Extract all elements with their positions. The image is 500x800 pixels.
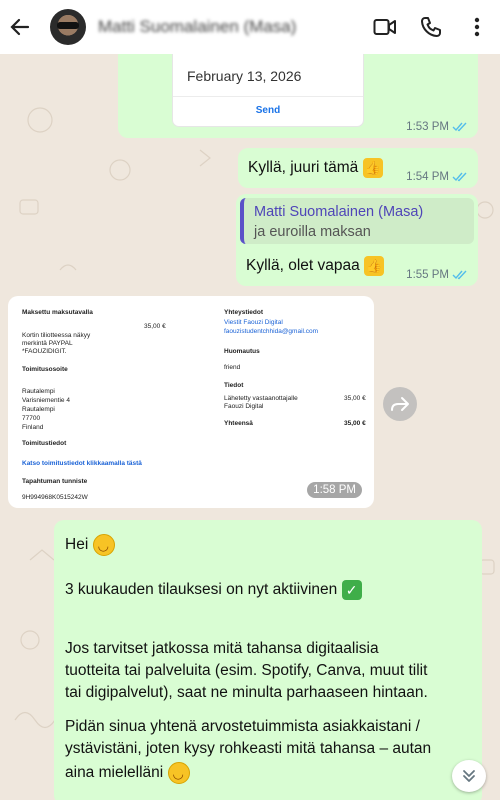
- card-divider: [173, 96, 363, 97]
- message-outgoing-long[interactable]: Hei 3 kuukauden tilauksesi on nyt aktiiv…: [54, 520, 482, 800]
- message-text: Kyllä, olet vapaa: [246, 257, 360, 275]
- more-vert-icon[interactable]: [454, 0, 500, 54]
- message-line: 3 kuukauden tilauksesi on nyt aktiivinen: [65, 581, 338, 599]
- message-card[interactable]: February 13, 2026 Send 1:53 PM: [118, 40, 478, 138]
- receipt-statement-mark2: *FAOUZIDIGIT.: [22, 348, 67, 355]
- receipt-paid-heading: Maksettu maksutavalla: [22, 309, 93, 316]
- message-line: Pidän sinua yhtenä arvostetuimmista asia…: [65, 718, 420, 735]
- receipt-statement-mark: merkintä PAYPAL: [22, 340, 73, 347]
- card-date: February 13, 2026: [187, 68, 302, 84]
- message-outgoing[interactable]: Kyllä, juuri tämä 👍 1:54 PM: [238, 148, 478, 188]
- quoted-message[interactable]: Matti Suomalainen (Masa) ja euroilla mak…: [240, 198, 474, 244]
- receipt-address-line: Rautalempi: [22, 388, 55, 395]
- receipt-shipping-heading: Toimitustiedot: [22, 440, 67, 447]
- receipt-contact-email: faouzistudentchhida@gmail.com: [224, 328, 319, 335]
- receipt-tx-id: 9H994968K0515242W: [22, 494, 88, 501]
- message-image[interactable]: Maksettu maksutavalla 35,00 € Kortin til…: [8, 296, 374, 508]
- message-line: ystävistäni, joten kysy rohkeasti mitä t…: [65, 740, 432, 757]
- scroll-to-bottom-button[interactable]: [452, 760, 486, 792]
- read-ticks-icon: [452, 270, 467, 280]
- receipt-details-amount: 35,00 €: [344, 395, 366, 402]
- receipt-address-line: Varisniementie 4: [22, 397, 70, 404]
- receipt-details-item: Lähetetty vastaanottajalle: [224, 395, 298, 402]
- message-reply[interactable]: Matti Suomalainen (Masa) ja euroilla mak…: [236, 194, 478, 286]
- receipt-total-label: Yhteensä: [224, 420, 253, 427]
- forward-icon: [391, 397, 409, 411]
- calendar-card: February 13, 2026 Send: [173, 48, 363, 126]
- read-ticks-icon: [452, 122, 467, 132]
- receipt-note-heading: Huomautus: [224, 348, 260, 355]
- receipt-contact-name: Viestit Faouzi Digital: [224, 319, 283, 326]
- thumbs-up-icon: 👍: [364, 256, 385, 276]
- message-text: Kyllä, juuri tämä: [248, 159, 359, 177]
- quote-author: Matti Suomalainen (Masa): [254, 204, 424, 220]
- receipt-total-amount: 35,00 €: [344, 420, 366, 427]
- video-call-icon[interactable]: [362, 0, 408, 54]
- message-time: 1:53 PM: [406, 121, 468, 133]
- message-line: tai digipalvelut), saat ne minulta parha…: [65, 684, 428, 701]
- receipt-tx-heading: Tapahtuman tunniste: [22, 478, 88, 485]
- receipt-note-text: friend: [224, 364, 241, 371]
- message-line: aina mielelläni: [65, 764, 164, 782]
- smile-emoji-icon: [167, 762, 190, 784]
- receipt-image[interactable]: Maksettu maksutavalla 35,00 € Kortin til…: [12, 300, 370, 504]
- contact-name[interactable]: Matti Suomalainen (Masa): [98, 17, 328, 37]
- receipt-details-item2: Faouzi Digital: [224, 403, 264, 410]
- receipt-delivery-heading: Toimitusosoite: [22, 366, 68, 373]
- receipt-details-heading: Tiedot: [224, 382, 244, 389]
- avatar[interactable]: [50, 9, 86, 45]
- back-arrow-icon[interactable]: [0, 0, 40, 54]
- message-time: 1:58 PM: [307, 482, 362, 498]
- receipt-contact-heading: Yhteystiedot: [224, 309, 264, 316]
- chat-header: Matti Suomalainen (Masa): [0, 0, 500, 54]
- message-time: 1:55 PM: [406, 269, 468, 281]
- read-ticks-icon: [452, 172, 467, 182]
- forward-button[interactable]: [383, 387, 417, 421]
- receipt-address-line: 77700: [22, 415, 41, 422]
- message-line: Hei: [65, 536, 89, 554]
- thumbs-up-icon: 👍: [362, 158, 383, 178]
- receipt-address-line: Rautalempi: [22, 406, 55, 413]
- receipt-statement-note: Kortin tiliotteessa näkyy: [22, 332, 91, 339]
- receipt-amount: 35,00 €: [144, 323, 166, 330]
- smile-emoji-icon: [92, 534, 115, 556]
- message-time: 1:54 PM: [406, 171, 468, 183]
- check-emoji-icon: ✓: [341, 580, 362, 600]
- receipt-shipping-link[interactable]: Katso toimitustiedot klikkaamalla tästä: [22, 460, 142, 467]
- double-chevron-down-icon: [463, 770, 475, 782]
- card-send-button[interactable]: Send: [173, 105, 363, 116]
- quote-text: ja euroilla maksan: [254, 224, 371, 240]
- message-line: Jos tarvitset jatkossa mitä tahansa digi…: [65, 640, 379, 657]
- message-line: tuotteita tai palveluita (esim. Spotify,…: [65, 662, 428, 679]
- phone-icon[interactable]: [408, 0, 454, 54]
- receipt-address-line: Finland: [22, 424, 44, 431]
